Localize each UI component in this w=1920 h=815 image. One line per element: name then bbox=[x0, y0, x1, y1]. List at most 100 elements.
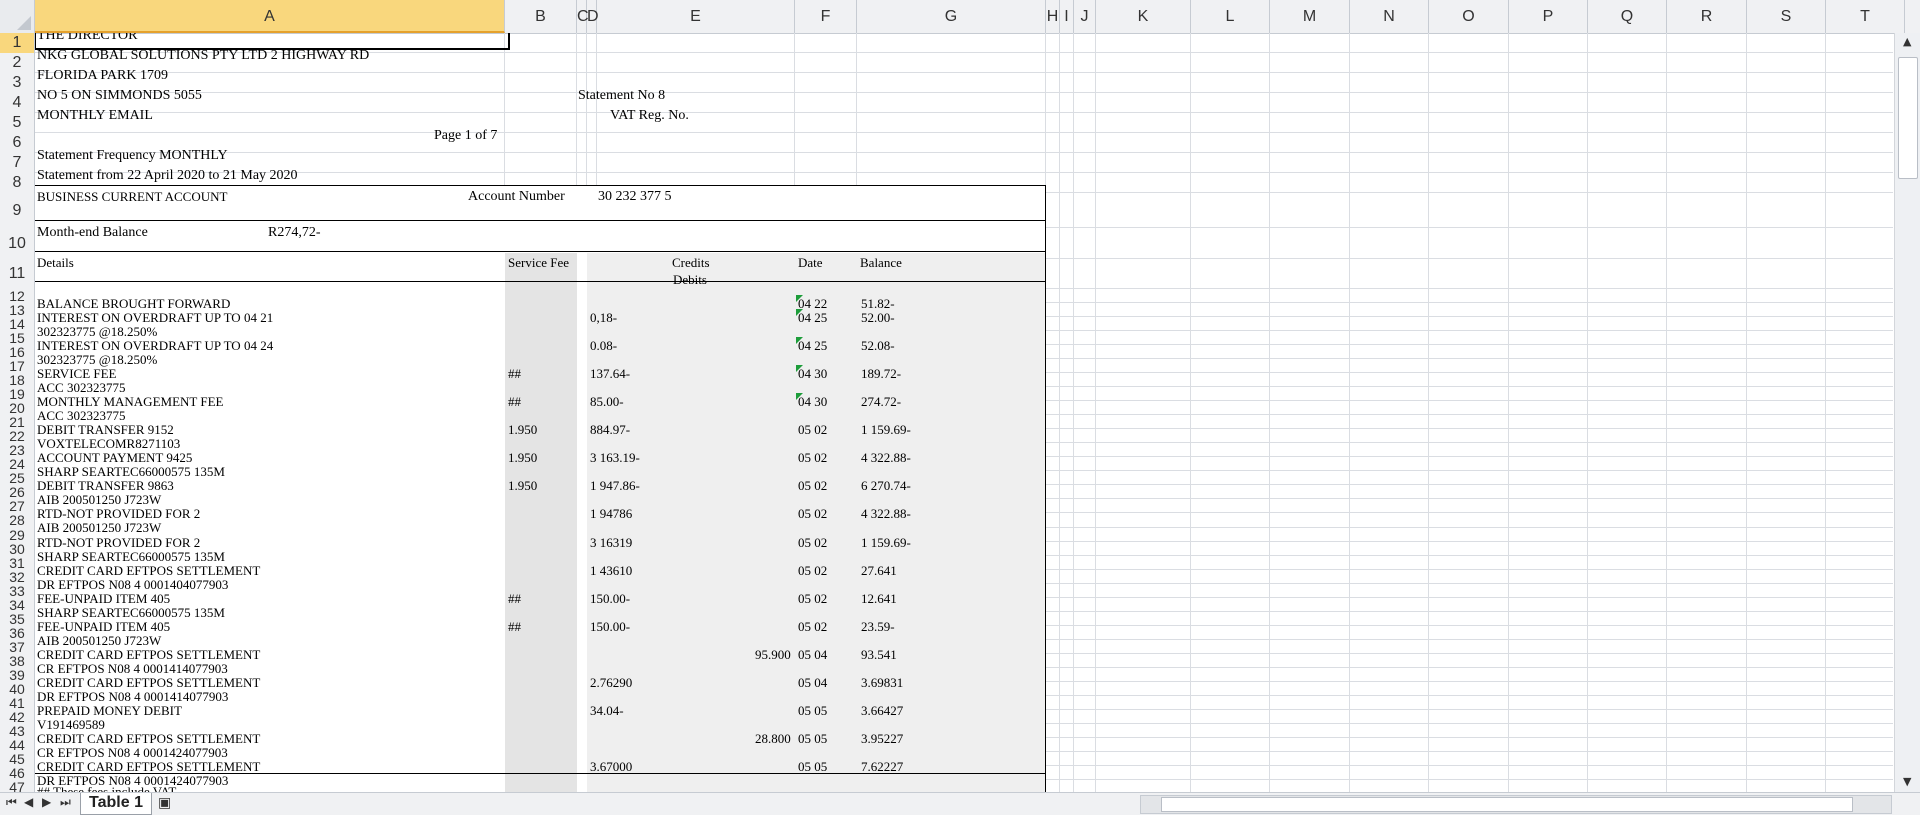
row-3-header[interactable]: 3 bbox=[0, 73, 34, 93]
tx-amount-cell[interactable]: 0,18- bbox=[590, 310, 617, 326]
first-sheet-icon[interactable]: ⏮ bbox=[6, 795, 17, 810]
tx-balance-cell[interactable]: 23.59- bbox=[861, 619, 895, 635]
next-sheet-icon[interactable]: ▶ bbox=[42, 795, 51, 809]
col-G-header[interactable]: G bbox=[857, 0, 1046, 33]
vertical-scrollbar[interactable]: ▲ ▼ bbox=[1894, 33, 1920, 792]
tx-date-cell[interactable]: 05 05 bbox=[798, 731, 827, 747]
account-number-value[interactable]: 30 232 377 5 bbox=[598, 189, 672, 205]
tx-amount-cell[interactable]: 0.08- bbox=[590, 338, 617, 354]
col-S-header[interactable]: S bbox=[1747, 0, 1826, 33]
row-44-header[interactable]: 44 bbox=[0, 738, 34, 752]
row-31-header[interactable]: 31 bbox=[0, 556, 34, 570]
row-24-header[interactable]: 24 bbox=[0, 457, 34, 471]
tx-amount-cell[interactable]: 884.97- bbox=[590, 422, 630, 438]
tx-fee-cell[interactable]: 1.950 bbox=[508, 450, 537, 466]
insert-sheet-icon[interactable]: ▣ bbox=[158, 794, 171, 811]
select-all-button[interactable] bbox=[0, 0, 35, 33]
row-40-header[interactable]: 40 bbox=[0, 682, 34, 696]
row-9-header[interactable]: 9 bbox=[0, 193, 34, 228]
col-E-header[interactable]: E bbox=[597, 0, 795, 33]
row-29-header[interactable]: 29 bbox=[0, 527, 34, 541]
tx-balance-cell[interactable]: 3.69831 bbox=[861, 675, 903, 691]
tx-balance-cell[interactable]: 52.00- bbox=[861, 310, 895, 326]
tx-balance-cell[interactable]: 27.641 bbox=[861, 563, 897, 579]
tx-credit-cell[interactable]: 28.800 bbox=[755, 731, 791, 747]
row-34-header[interactable]: 34 bbox=[0, 598, 34, 612]
tx-balance-cell[interactable]: 6 270.74- bbox=[861, 478, 911, 494]
tx-amount-cell[interactable]: 150.00- bbox=[590, 619, 630, 635]
row-7-header[interactable]: 7 bbox=[0, 153, 34, 173]
account-type-cell[interactable]: BUSINESS CURRENT ACCOUNT bbox=[37, 189, 227, 205]
tx-date-cell[interactable]: 05 02 bbox=[798, 422, 827, 438]
tx-amount-cell[interactable]: 34.04- bbox=[590, 703, 624, 719]
row-37-header[interactable]: 37 bbox=[0, 640, 34, 654]
sheet-tab-table-1[interactable]: Table 1 bbox=[80, 793, 152, 815]
row-35-header[interactable]: 35 bbox=[0, 612, 34, 626]
col-H-header[interactable]: H bbox=[1046, 0, 1060, 33]
row-38-header[interactable]: 38 bbox=[0, 654, 34, 668]
tx-balance-cell[interactable]: 1 159.69- bbox=[861, 422, 911, 438]
col-R-header[interactable]: R bbox=[1667, 0, 1747, 33]
row-30-header[interactable]: 30 bbox=[0, 542, 34, 556]
footnote-cell[interactable]: ## These fees include VAT bbox=[37, 784, 176, 792]
tx-date-cell[interactable]: 05 05 bbox=[798, 703, 827, 719]
tx-date-cell[interactable]: 05 02 bbox=[798, 535, 827, 551]
col-J-header[interactable]: J bbox=[1074, 0, 1096, 33]
row-23-header[interactable]: 23 bbox=[0, 443, 34, 457]
col-O-header[interactable]: O bbox=[1429, 0, 1509, 33]
row-6-header[interactable]: 6 bbox=[0, 133, 34, 153]
row-15-header[interactable]: 15 bbox=[0, 331, 34, 345]
tx-fee-cell[interactable]: ## bbox=[508, 394, 521, 410]
tx-amount-cell[interactable]: 3 16319 bbox=[590, 535, 632, 551]
tx-balance-cell[interactable]: 1 159.69- bbox=[861, 535, 911, 551]
col-I-header[interactable]: I bbox=[1060, 0, 1074, 33]
row-43-header[interactable]: 43 bbox=[0, 724, 34, 738]
suburb-cell[interactable]: FLORIDA PARK 1709 bbox=[37, 68, 168, 84]
tx-fee-cell[interactable]: ## bbox=[508, 591, 521, 607]
col-M-header[interactable]: M bbox=[1270, 0, 1350, 33]
row-2-header[interactable]: 2 bbox=[0, 53, 34, 73]
col-T-header[interactable]: T bbox=[1826, 0, 1905, 33]
company-cell[interactable]: NKG GLOBAL SOLUTIONS PTY LTD 2 HIGHWAY R… bbox=[37, 48, 369, 64]
tx-date-cell[interactable]: 05 02 bbox=[798, 591, 827, 607]
row-33-header[interactable]: 33 bbox=[0, 584, 34, 598]
tx-date-cell[interactable]: 05 02 bbox=[798, 563, 827, 579]
scroll-up-icon[interactable]: ▲ bbox=[1903, 35, 1911, 48]
col-D-header[interactable]: D bbox=[587, 0, 599, 33]
statement-no-cell[interactable]: Statement No 8 bbox=[578, 88, 665, 104]
tx-date-cell[interactable]: 05 02 bbox=[798, 450, 827, 466]
tx-amount-cell[interactable]: 1 94786 bbox=[590, 506, 632, 522]
tx-amount-cell[interactable]: 2.76290 bbox=[590, 675, 632, 691]
tx-date-cell[interactable]: 05 04 bbox=[798, 675, 827, 691]
worksheet-grid[interactable]: THE DIRECTOR NKG GLOBAL SOLUTIONS PTY LT… bbox=[35, 33, 1893, 792]
row-10-header[interactable]: 10 bbox=[0, 228, 34, 259]
col-B-header[interactable]: B bbox=[505, 0, 577, 33]
tx-fee-cell[interactable]: ## bbox=[508, 366, 521, 382]
row-14-header[interactable]: 14 bbox=[0, 317, 34, 331]
row-21-header[interactable]: 21 bbox=[0, 415, 34, 429]
row-26-header[interactable]: 26 bbox=[0, 485, 34, 499]
tx-amount-cell[interactable]: 150.00- bbox=[590, 591, 630, 607]
row-19-header[interactable]: 19 bbox=[0, 387, 34, 401]
month-end-balance-label[interactable]: Month-end Balance bbox=[37, 225, 148, 241]
col-A-header[interactable]: A bbox=[35, 0, 505, 33]
tx-amount-cell[interactable]: 85.00- bbox=[590, 394, 624, 410]
tx-amount-cell[interactable]: 137.64- bbox=[590, 366, 630, 382]
page-number-cell[interactable]: Page 1 of 7 bbox=[434, 128, 497, 144]
building-cell[interactable]: NO 5 ON SIMMONDS 5055 bbox=[37, 88, 202, 104]
row-42-header[interactable]: 42 bbox=[0, 710, 34, 724]
vat-cell[interactable]: VAT Reg. No. bbox=[610, 108, 689, 124]
tx-date-cell[interactable]: 05 02 bbox=[798, 619, 827, 635]
tx-fee-cell[interactable]: ## bbox=[508, 619, 521, 635]
tx-balance-cell[interactable]: 52.08- bbox=[861, 338, 895, 354]
row-46-header[interactable]: 46 bbox=[0, 766, 34, 780]
tx-balance-cell[interactable]: 274.72- bbox=[861, 394, 901, 410]
tx-balance-cell[interactable]: 4 322.88- bbox=[861, 506, 911, 522]
tx-date-cell[interactable]: 05 05 bbox=[798, 759, 827, 775]
delivery-cell[interactable]: MONTHLY EMAIL bbox=[37, 108, 153, 124]
tx-balance-cell[interactable]: 3.66427 bbox=[861, 703, 903, 719]
period-cell[interactable]: Statement from 22 April 2020 to 21 May 2… bbox=[37, 168, 298, 184]
account-number-label[interactable]: Account Number bbox=[468, 189, 565, 205]
row-16-header[interactable]: 16 bbox=[0, 345, 34, 359]
col-P-header[interactable]: P bbox=[1509, 0, 1588, 33]
